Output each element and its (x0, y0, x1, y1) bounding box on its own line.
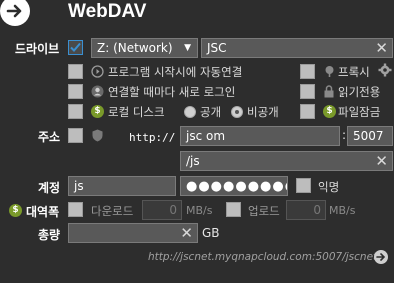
local-disk-checkbox[interactable] (68, 104, 83, 119)
shield-icon (92, 129, 103, 145)
dollar-icon: $ (323, 105, 336, 118)
download-rate-input[interactable]: 0 (142, 200, 182, 220)
drive-label: 드라이브 (15, 42, 60, 56)
private-label: 비공개 (247, 105, 279, 119)
relogin-label: 연결할 때마다 새로 로그인 (108, 85, 236, 99)
gear-icon[interactable] (378, 63, 392, 80)
drive-letter-select[interactable]: Z: (Network) ▼ (91, 38, 198, 58)
arrow-right-icon (6, 4, 22, 18)
clear-icon[interactable]: ✕ (180, 225, 193, 241)
go-button[interactable] (374, 250, 388, 264)
anonymous-checkbox[interactable] (296, 178, 311, 193)
port-value: 5007 (353, 129, 384, 143)
dollar-icon: $ (9, 204, 22, 217)
download-limit-checkbox[interactable] (68, 202, 83, 217)
address-label: 주소 (38, 130, 61, 144)
upload-unit: MB/s (329, 204, 356, 217)
auto-connect-label: 프로그램 시작시에 자동연결 (108, 65, 243, 79)
password-value: ●●●●●●●●● (186, 179, 288, 194)
address-host-value: jsc om (186, 129, 226, 143)
drive-name-value: JSC (207, 41, 227, 55)
bandwidth-label: 대역폭 (26, 205, 60, 219)
private-radio[interactable] (231, 106, 243, 118)
download-unit: MB/s (186, 204, 213, 217)
read-only-checkbox[interactable] (300, 84, 315, 99)
dropdown-arrow-icon: ▼ (184, 43, 191, 53)
port-separator: : (342, 128, 347, 142)
local-disk-label: 로컬 디스크 (108, 105, 165, 119)
page-title: WebDAV (68, 1, 147, 22)
arrow-right-icon (376, 253, 386, 261)
address-path-value: /js (186, 154, 200, 168)
proxy-checkbox[interactable] (300, 64, 315, 79)
capacity-input[interactable]: ✕ (68, 223, 198, 243)
username-value: js (74, 179, 84, 193)
address-path-input[interactable]: /js ✕ (180, 151, 393, 171)
account-label: 계정 (38, 181, 61, 195)
download-label: 다운로드 (91, 204, 134, 218)
clear-icon[interactable]: ✕ (375, 153, 388, 169)
check-icon (70, 42, 81, 52)
upload-rate-input[interactable]: 0 (286, 200, 326, 220)
back-button[interactable] (0, 0, 30, 26)
port-input[interactable]: 5007 (347, 126, 393, 146)
file-lock-label: 파일잠금 (338, 105, 381, 119)
clear-icon[interactable]: ✕ (375, 40, 388, 56)
upload-label: 업로드 (248, 204, 280, 218)
dollar-icon: $ (91, 105, 104, 118)
read-only-label: 읽기전용 (338, 85, 381, 99)
username-input[interactable]: js (68, 176, 176, 196)
connection-url: http://jscnet.myqnapcloud.com:5007/jscne… (148, 251, 378, 263)
lock-icon (323, 85, 335, 101)
user-icon (91, 85, 104, 101)
anonymous-label: 익명 (318, 180, 340, 194)
drive-name-input[interactable]: JSC ✕ (201, 38, 393, 58)
address-scheme: http:// (129, 131, 176, 144)
file-lock-checkbox[interactable] (300, 104, 315, 119)
drive-enable-checkbox[interactable] (68, 40, 83, 55)
proxy-icon (323, 65, 336, 81)
relogin-checkbox[interactable] (68, 84, 83, 99)
upload-rate-value: 0 (313, 203, 321, 217)
download-rate-value: 0 (169, 203, 177, 217)
public-label: 공개 (200, 105, 222, 119)
password-input[interactable]: ●●●●●●●●● (180, 176, 288, 196)
capacity-unit: GB (202, 226, 220, 240)
address-secure-checkbox[interactable] (68, 128, 83, 143)
upload-limit-checkbox[interactable] (226, 202, 241, 217)
auto-connect-checkbox[interactable] (68, 64, 83, 79)
drive-letter-value: Z: (Network) (97, 41, 173, 55)
public-radio[interactable] (184, 106, 196, 118)
address-host-input[interactable]: jsc om (180, 126, 340, 146)
clock-icon (91, 65, 104, 81)
capacity-label: 총량 (38, 228, 61, 242)
proxy-label: 프록시 (338, 65, 370, 79)
